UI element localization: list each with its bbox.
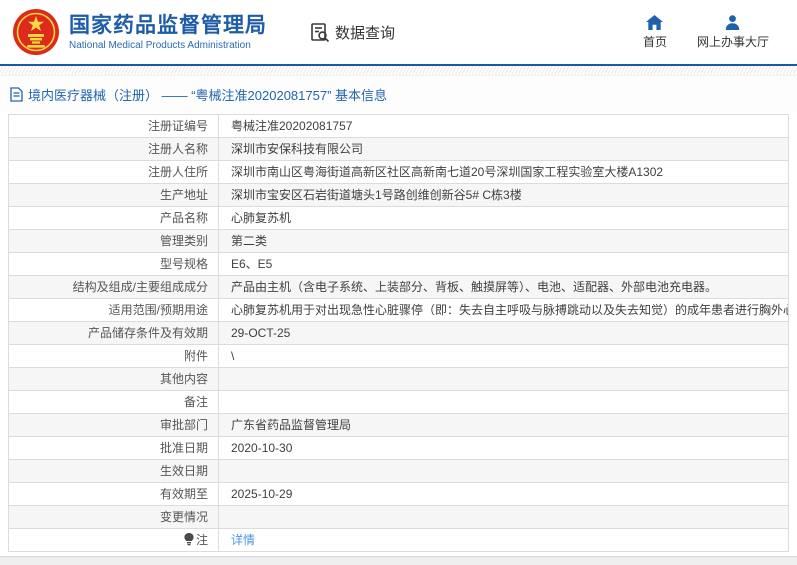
- row-value: 深圳市安保科技有限公司: [218, 137, 789, 161]
- data-query-tab[interactable]: 数据查询: [309, 21, 395, 43]
- table-row: 结构及组成/主要组成成分 产品由主机（含电子系统、上装部分、背板、触摸屏等）、电池…: [8, 275, 789, 299]
- bulb-icon: [184, 533, 194, 546]
- nav-hall-label: 网上办事大厅: [696, 34, 769, 49]
- row-value: 深圳市南山区粤海街道高新区社区高新南七道20号深圳国家工程实验室大楼A1302: [218, 160, 789, 184]
- row-label: 注: [8, 528, 219, 552]
- table-row: 注册人名称 深圳市安保科技有限公司: [8, 137, 789, 161]
- table-row: 其他内容: [8, 367, 789, 391]
- row-value: [218, 367, 789, 391]
- info-table-body: 注册证编号 粤械注准20202081757 注册人名称 深圳市安保科技有限公司 注册人住…: [8, 114, 789, 552]
- site-subtitle: National Medical Products Administration: [69, 39, 251, 51]
- table-row: 生产地址 深圳市宝安区石岩街道塘头1号路创维创新谷5# C栋3楼: [8, 183, 789, 207]
- row-value: 第二类: [218, 229, 789, 253]
- row-label: 型号规格: [8, 252, 219, 276]
- row-label: 注册证编号: [8, 114, 219, 138]
- hatched-divider: [0, 66, 797, 76]
- table-row: 备注: [8, 390, 789, 414]
- table-row: 产品储存条件及有效期 29-OCT-25: [8, 321, 789, 345]
- row-value: 深圳市宝安区石岩街道塘头1号路创维创新谷5# C栋3楼: [218, 183, 789, 207]
- national-emblem-logo: [12, 8, 60, 56]
- page-title: 境内医疗器械（注册） —— “粤械注准20202081757” 基本信息: [28, 88, 388, 103]
- table-row: 生效日期: [8, 459, 789, 483]
- nav-item-online-hall[interactable]: 网上办事大厅: [696, 14, 769, 50]
- row-label: 审批部门: [8, 413, 219, 437]
- table-row: 产品名称 心肺复苏机: [8, 206, 789, 230]
- row-label: 其他内容: [8, 367, 219, 391]
- table-row: 注册证编号 粤械注准20202081757: [8, 114, 789, 138]
- data-query-label: 数据查询: [335, 24, 396, 42]
- table-row: 注详情: [8, 528, 789, 552]
- row-label: 注册人名称: [8, 137, 219, 161]
- detail-link[interactable]: 详情: [231, 533, 255, 547]
- row-label: 注册人住所: [8, 160, 219, 184]
- table-row: 注册人住所 深圳市南山区粤海街道高新区社区高新南七道20号深圳国家工程实验室大楼A…: [8, 160, 789, 184]
- site-title: 国家药品监督管理局: [69, 13, 267, 37]
- row-value: E6、E5: [218, 252, 789, 276]
- document-icon: [10, 87, 23, 102]
- row-value: 心肺复苏机: [218, 206, 789, 230]
- document-search-icon: [309, 21, 331, 43]
- row-value: 29-OCT-25: [218, 321, 789, 345]
- table-row: 管理类别 第二类: [8, 229, 789, 253]
- breadcrumb: 境内医疗器械（注册） —— “粤械注准20202081757” 基本信息: [0, 76, 797, 113]
- row-label: 变更情况: [8, 505, 219, 529]
- row-value: 粤械注准20202081757: [218, 114, 789, 138]
- row-value: 心肺复苏机用于对出现急性心脏骤停（即：失去自主呼吸与脉搏跳动以及失去知觉）的成年…: [218, 298, 789, 322]
- table-row: 审批部门 广东省药品监督管理局: [8, 413, 789, 437]
- row-value: 产品由主机（含电子系统、上装部分、背板、触摸屏等）、电池、适配器、外部电池充电器…: [218, 275, 789, 299]
- row-label: 附件: [8, 344, 219, 368]
- row-label: 生效日期: [8, 459, 219, 483]
- row-label: 管理类别: [8, 229, 219, 253]
- table-row: 适用范围/预期用途 心肺复苏机用于对出现急性心脏骤停（即：失去自主呼吸与脉搏跳动以…: [8, 298, 789, 322]
- table-row: 型号规格 E6、E5: [8, 252, 789, 276]
- row-value: [218, 505, 789, 529]
- row-label: 产品名称: [8, 206, 219, 230]
- home-icon: [646, 14, 664, 30]
- header: 国家药品监督管理局 National Medical Products Admi…: [0, 0, 797, 66]
- header-nav: 首页 网上办事大厅: [642, 14, 785, 50]
- row-label: 适用范围/预期用途: [8, 298, 219, 322]
- row-value: 2025-10-29: [218, 482, 789, 506]
- row-value: [218, 390, 789, 414]
- table-row: 附件 \: [8, 344, 789, 368]
- row-value: \: [218, 344, 789, 368]
- person-icon: [725, 14, 740, 30]
- nav-item-home[interactable]: 首页: [642, 14, 667, 50]
- row-label: 有效期至: [8, 482, 219, 506]
- row-value: 详情: [218, 528, 789, 552]
- row-label: 产品储存条件及有效期: [8, 321, 219, 345]
- brand: 国家药品监督管理局 National Medical Products Admi…: [69, 14, 267, 51]
- row-label: 结构及组成/主要组成成分: [8, 275, 219, 299]
- row-value: 广东省药品监督管理局: [218, 413, 789, 437]
- nav-home-label: 首页: [642, 34, 667, 49]
- table-row: 变更情况: [8, 505, 789, 529]
- row-label: 生产地址: [8, 183, 219, 207]
- row-value: 2020-10-30: [218, 436, 789, 460]
- table-row: 有效期至 2025-10-29: [8, 482, 789, 506]
- row-label: 批准日期: [8, 436, 219, 460]
- row-value: [218, 459, 789, 483]
- row-label: 备注: [8, 390, 219, 414]
- registration-info-table: 注册证编号 粤械注准20202081757 注册人名称 深圳市安保科技有限公司 注册人住…: [8, 114, 789, 552]
- table-row: 批准日期 2020-10-30: [8, 436, 789, 460]
- footer-strip: [0, 556, 797, 565]
